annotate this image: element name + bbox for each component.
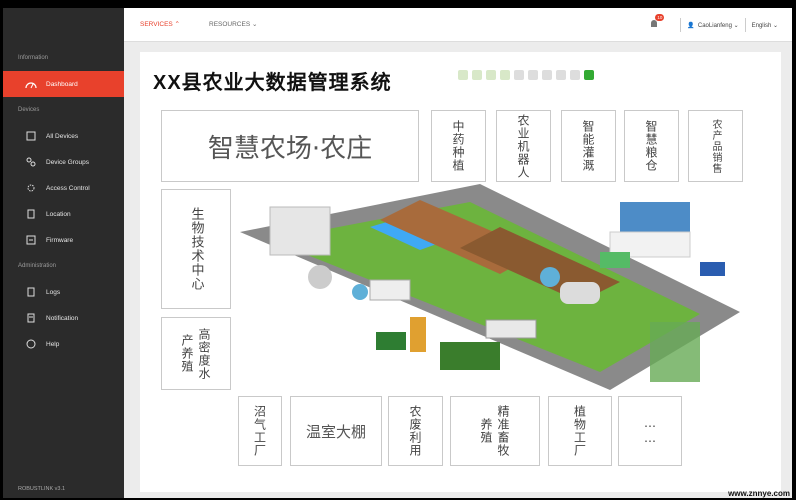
card-label: 农产品销售 (710, 118, 721, 174)
sidebar-item-firmware[interactable]: Firmware (3, 227, 124, 253)
card-label: 高密度水产养殖 (180, 327, 211, 380)
sidebar-item-access-control[interactable]: Access Control (3, 175, 124, 201)
card-label: 温室大棚 (305, 422, 366, 441)
card-label: 智慧粮仓 (644, 120, 658, 172)
location-icon (25, 208, 37, 220)
notification-badge: 10 (655, 14, 665, 21)
card-biogas[interactable]: 沼气工厂 (238, 396, 282, 466)
card-irrigation[interactable]: 智能灌溉 (561, 110, 616, 182)
version-label: ROBUSTLINK v3.1 (18, 486, 66, 492)
user-menu[interactable]: CaoLianfeng ⌄ (698, 22, 739, 29)
card-granary[interactable]: 智慧粮仓 (624, 110, 679, 182)
card-label: …… (643, 416, 657, 446)
card-label: 植物工厂 (572, 405, 587, 457)
card-sales[interactable]: 农产品销售 (688, 110, 743, 182)
card-plant-factory[interactable]: 植物工厂 (548, 396, 612, 466)
section-information: Information (18, 55, 49, 61)
sidebar-item-notification[interactable]: Notification (3, 305, 124, 331)
card-label: 沼气工厂 (252, 405, 267, 457)
groups-icon (25, 156, 37, 168)
sidebar-label: Access Control (46, 184, 90, 192)
card-waste[interactable]: 农废利用 (388, 396, 443, 466)
card-label: 农业机器人 (516, 113, 530, 179)
watermark-text: www.znnye.com (728, 489, 790, 498)
page-title: XX县农业大数据管理系统 (153, 72, 392, 94)
sidebar-item-all-devices[interactable]: All Devices (3, 123, 124, 149)
card-label: 智慧农场·农庄 (207, 133, 373, 164)
sidebar-item-logs[interactable]: Logs (3, 279, 124, 305)
card-smart-farm[interactable]: 智慧农场·农庄 (161, 110, 419, 182)
sidebar-item-location[interactable]: Location (3, 201, 124, 227)
notification-icon (25, 312, 37, 324)
card-label: 精准畜牧养殖 (479, 405, 510, 457)
sidebar-label: Device Groups (46, 158, 89, 166)
card-more[interactable]: …… (618, 396, 682, 466)
sidebar-label: Location (46, 210, 71, 218)
gear-icon (25, 182, 37, 194)
card-livestock[interactable]: 精准畜牧养殖 (450, 396, 540, 466)
sidebar-item-help[interactable]: Help (3, 331, 124, 357)
resources-menu[interactable]: RESOURCES ⌄ (209, 8, 257, 42)
card-label: 智能灌溉 (581, 120, 595, 172)
dashboard-canvas: XX县农业大数据管理系统 智慧农场·农庄 中药种植 农业机器人 智能灌溉 智慧粮… (140, 52, 781, 492)
bell-icon[interactable]: 10 (648, 14, 665, 32)
firmware-icon (25, 234, 37, 246)
sidebar-label: Firmware (46, 236, 74, 244)
user-icon: 👤 (687, 22, 695, 29)
card-aquaculture[interactable]: 高密度水产养殖 (161, 317, 231, 390)
card-label: 中药种植 (451, 120, 465, 172)
dashboard-icon (25, 78, 37, 90)
sidebar-item-dashboard[interactable]: Dashboard (3, 71, 124, 97)
sidebar-label: Logs (46, 288, 61, 296)
sidebar: Information Dashboard Devices All Device… (3, 8, 124, 498)
card-label: 农废利用 (408, 405, 422, 457)
language-select[interactable]: English ⌄ (752, 22, 778, 29)
devices-icon (25, 130, 37, 142)
top-bar: SERVICES ⌃ RESOURCES ⌄ 10 👤 CaoLianfeng … (124, 8, 792, 42)
help-icon (25, 338, 37, 350)
partner-logos (458, 70, 594, 80)
screen-frame: Information Dashboard Devices All Device… (0, 0, 796, 500)
sidebar-label: All Devices (46, 132, 79, 140)
card-label: 生物技术中心 (188, 207, 204, 291)
card-robot[interactable]: 农业机器人 (496, 110, 551, 182)
card-herb[interactable]: 中药种植 (431, 110, 486, 182)
main-area: SERVICES ⌃ RESOURCES ⌄ 10 👤 CaoLianfeng … (124, 8, 792, 498)
card-biotech[interactable]: 生物技术中心 (161, 189, 231, 309)
sidebar-label: Dashboard (46, 80, 78, 88)
services-menu[interactable]: SERVICES ⌃ (140, 8, 180, 42)
section-administration: Administration (18, 263, 57, 269)
sidebar-label: Help (46, 340, 60, 348)
sidebar-item-device-groups[interactable]: Device Groups (3, 149, 124, 175)
card-greenhouse[interactable]: 温室大棚 (290, 396, 382, 466)
section-devices: Devices (18, 107, 40, 113)
sidebar-label: Notification (46, 314, 79, 322)
logs-icon (25, 286, 37, 298)
